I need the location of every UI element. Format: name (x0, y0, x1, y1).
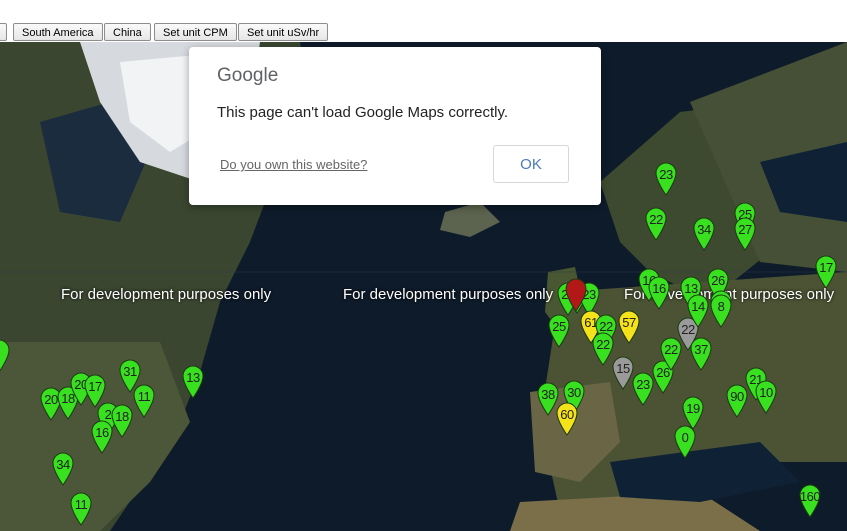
google-logo: Google (217, 65, 279, 86)
marker-label: 37 (694, 342, 708, 357)
marker-label: 34 (56, 457, 70, 472)
toolbar: South America China Set unit CPM Set uni… (0, 0, 847, 42)
marker-label: 16 (95, 425, 109, 440)
map-marker[interactable]: 23 (655, 162, 677, 196)
marker-label: 160 (799, 489, 821, 504)
map-marker[interactable]: 17 (815, 255, 837, 289)
south-america-button[interactable]: South America (13, 23, 103, 41)
marker-label: 11 (74, 497, 88, 512)
map-marker[interactable] (565, 278, 587, 312)
marker-label: 13 (186, 370, 200, 385)
dev-watermark-1: For development purposes only (61, 286, 272, 303)
map-marker[interactable]: 34 (52, 452, 74, 486)
map-marker[interactable]: 37 (690, 337, 712, 371)
dev-watermark-2: For development purposes only (343, 286, 554, 303)
map-marker[interactable]: 18 (111, 404, 133, 438)
set-unit-usv-button[interactable]: Set unit uSv/hr (238, 23, 329, 41)
marker-label: 60 (560, 407, 574, 422)
map-marker[interactable]: 60 (556, 402, 578, 436)
marker-label: 27 (738, 222, 752, 237)
map-marker[interactable]: 10 (755, 380, 777, 414)
map-marker[interactable]: 22 (592, 332, 614, 366)
map-marker[interactable]: 57 (618, 310, 640, 344)
marker-label: 31 (123, 364, 137, 379)
marker-label: 23 (659, 167, 673, 182)
marker-label: 23 (636, 377, 650, 392)
marker-label: 25 (552, 319, 566, 334)
marker-label: 22 (596, 337, 610, 352)
map-marker[interactable]: 160 (799, 484, 821, 518)
marker-label: 38 (541, 387, 555, 402)
marker-label: 30 (567, 385, 581, 400)
marker-label: 26 (711, 273, 725, 288)
marker-label: 11 (137, 389, 151, 404)
map-marker[interactable]: 23 (632, 372, 654, 406)
marker-label: 57 (622, 315, 636, 330)
map-marker[interactable]: 13 (182, 365, 204, 399)
map-marker[interactable]: 16 (648, 276, 670, 310)
marker-label: 34 (697, 222, 711, 237)
china-button[interactable]: China (104, 23, 151, 41)
map-marker[interactable]: 0 (674, 425, 696, 459)
marker-label: 17 (88, 379, 102, 394)
dialog-message: This page can't load Google Maps correct… (217, 104, 509, 121)
map-marker[interactable]: 8 (710, 294, 732, 328)
map-marker[interactable]: 25 (548, 314, 570, 348)
map-marker[interactable]: 11 (133, 384, 155, 418)
marker-label: 0 (681, 430, 689, 445)
map-marker[interactable]: 16 (91, 420, 113, 454)
error-dialog: Google This page can't load Google Maps … (189, 47, 601, 205)
map-marker[interactable] (0, 339, 10, 373)
partial-button[interactable] (0, 23, 7, 41)
map-marker[interactable]: 14 (687, 294, 709, 328)
marker-label: 8 (717, 299, 725, 314)
marker-label: 17 (819, 260, 833, 275)
set-unit-cpm-button[interactable]: Set unit CPM (154, 23, 237, 41)
marker-label: 16 (652, 281, 666, 296)
map-marker[interactable]: 22 (645, 207, 667, 241)
marker-label: 22 (649, 212, 663, 227)
marker-label: 18 (115, 409, 129, 424)
marker-label: 10 (759, 385, 773, 400)
map-marker[interactable]: 27 (734, 217, 756, 251)
marker-label: 14 (691, 299, 705, 314)
map-marker[interactable]: 15 (612, 356, 634, 390)
marker-label: 22 (664, 342, 678, 357)
marker-label: 15 (616, 361, 630, 376)
map-marker[interactable]: 22 (660, 337, 682, 371)
map-marker[interactable]: 11 (70, 492, 92, 526)
own-website-link[interactable]: Do you own this website? (220, 157, 367, 172)
marker-label: 19 (686, 401, 700, 416)
map-canvas[interactable]: For development purposes only For develo… (0, 42, 847, 531)
map-marker[interactable]: 34 (693, 217, 715, 251)
ok-button[interactable]: OK (493, 145, 569, 183)
